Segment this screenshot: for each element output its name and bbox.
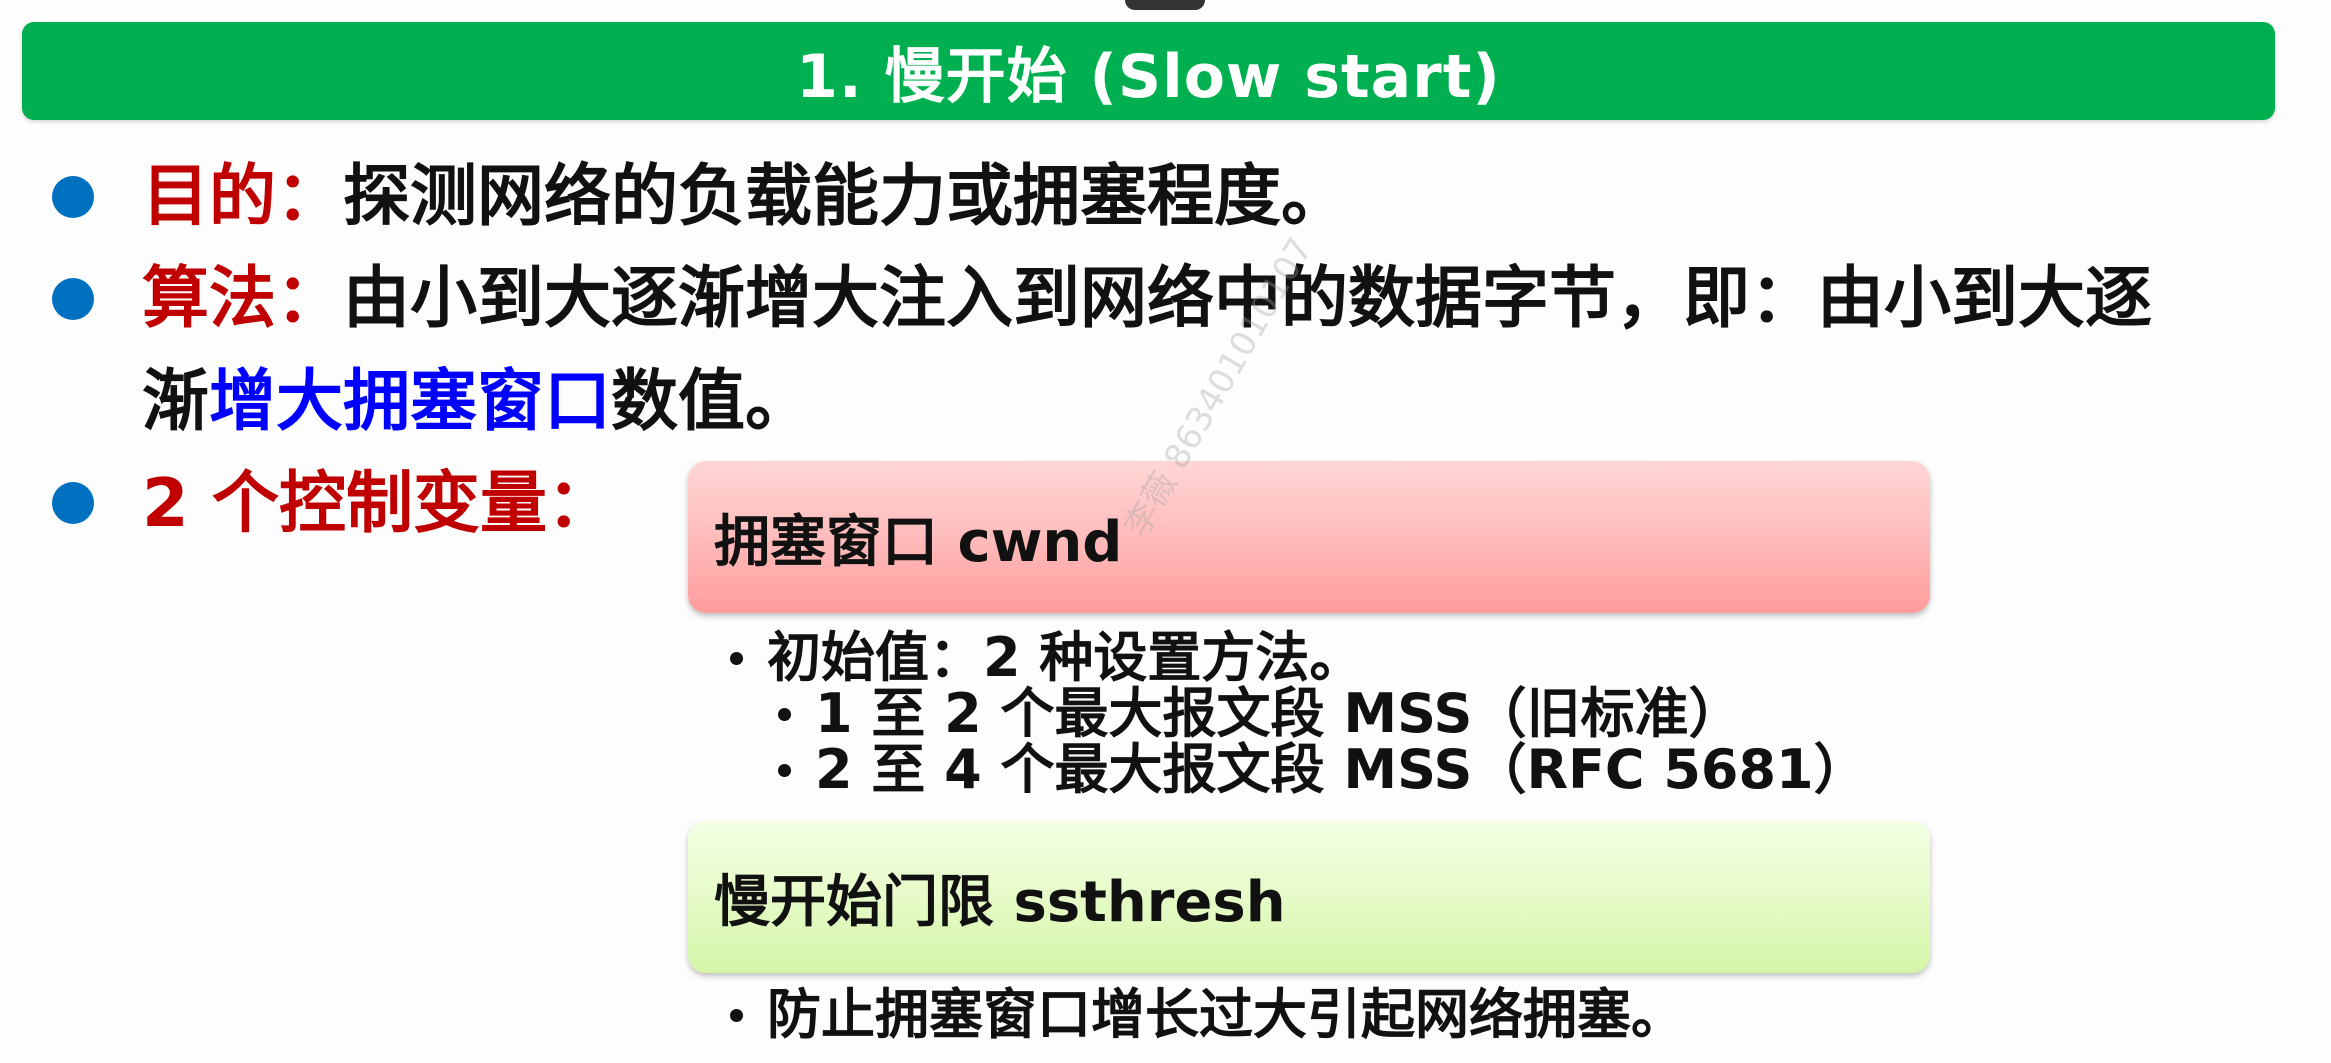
ssthresh-detail-text: 防止拥塞窗口增长过大引起网络拥塞。: [767, 983, 1685, 1046]
sub-bullet-dot: [730, 1008, 743, 1022]
sub-bullet-dot: [730, 651, 743, 665]
purpose-label: 目的：: [142, 157, 343, 235]
title-bar: 1. 慢开始 (Slow start): [22, 22, 2275, 120]
bullet-algorithm-line2: 渐增大拥塞窗口数值。: [142, 368, 812, 435]
bullet-variables: 2 个控制变量：: [142, 470, 614, 537]
bullet-dot: [52, 278, 94, 320]
ssthresh-title: 慢开始门限 ssthresh: [714, 869, 1286, 935]
variables-label: 2 个控制变量：: [142, 464, 614, 542]
ssthresh-box: 慢开始门限 ssthresh: [688, 821, 1930, 973]
cwnd-title: 拥塞窗口 cwnd: [714, 509, 1123, 575]
cwnd-detail-text: 1 至 2 个最大报文段 MSS（旧标准）: [815, 682, 1743, 745]
sub-bullet-dot: [778, 763, 791, 777]
bullet-dot: [52, 176, 94, 218]
slide: 1. 慢开始 (Slow start) 目的：探测网络的负载能力或拥塞程度。 算…: [0, 0, 2331, 1063]
purpose-text: 探测网络的负载能力或拥塞程度。: [343, 157, 1348, 235]
bullet-dot: [52, 482, 94, 524]
cwnd-detail-rfc: 2 至 4 个最大报文段 MSS（RFC 5681）: [778, 743, 1868, 797]
algorithm-highlight: 增大拥塞窗口: [209, 362, 611, 440]
cwnd-detail-text: 2 至 4 个最大报文段 MSS（RFC 5681）: [815, 738, 1868, 801]
algorithm-text-pre: 渐: [142, 362, 209, 440]
ssthresh-detail: 防止拥塞窗口增长过大引起网络拥塞。: [730, 988, 1685, 1042]
bullet-algorithm-line1: 算法：由小到大逐渐增大注入到网络中的数据字节，即：由小到大逐: [142, 265, 2152, 332]
algorithm-label: 算法：: [142, 259, 343, 337]
cwnd-box: 拥塞窗口 cwnd: [688, 461, 1930, 613]
top-tab: [1125, 0, 1205, 10]
cwnd-detail-initial: 初始值：2 种设置方法。: [730, 631, 1363, 685]
cwnd-detail-text: 初始值：2 种设置方法。: [767, 626, 1364, 689]
cwnd-detail-old-standard: 1 至 2 个最大报文段 MSS（旧标准）: [778, 687, 1742, 741]
algorithm-text-post: 数值。: [611, 362, 812, 440]
sub-bullet-dot: [778, 707, 791, 721]
slide-title: 1. 慢开始 (Slow start): [796, 41, 1501, 112]
bullet-purpose: 目的：探测网络的负载能力或拥塞程度。: [142, 163, 1348, 230]
